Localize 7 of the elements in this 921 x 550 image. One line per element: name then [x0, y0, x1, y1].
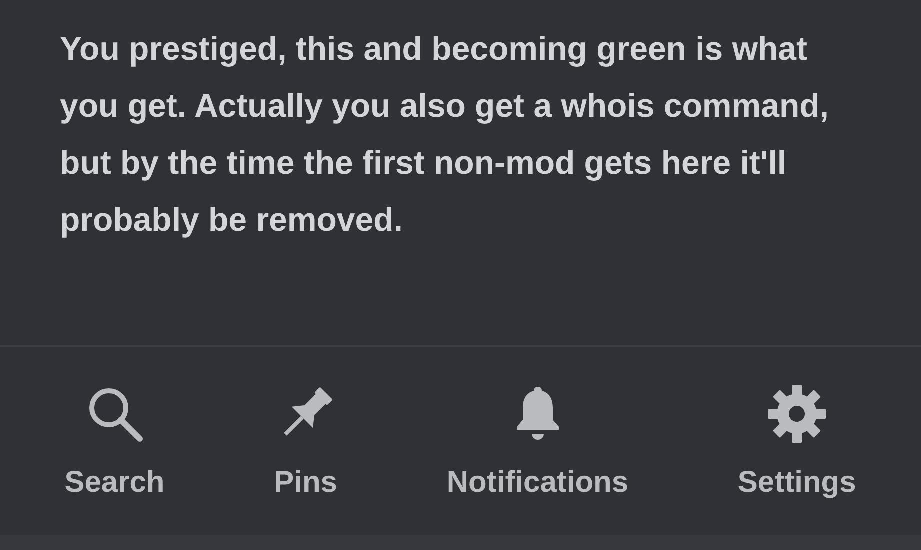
settings-icon: [766, 383, 828, 445]
message-text: You prestiged, this and becoming green is what you get. Actually you also get a whois command, but by the time the first non-mod gets here it'll probably be removed.: [60, 29, 830, 240]
action-label: Pins: [274, 465, 338, 501]
action-label: Notifications: [446, 465, 629, 501]
action-label: Search: [64, 465, 165, 501]
settings-button[interactable]: [766, 383, 828, 445]
action-label: Settings: [738, 465, 856, 501]
